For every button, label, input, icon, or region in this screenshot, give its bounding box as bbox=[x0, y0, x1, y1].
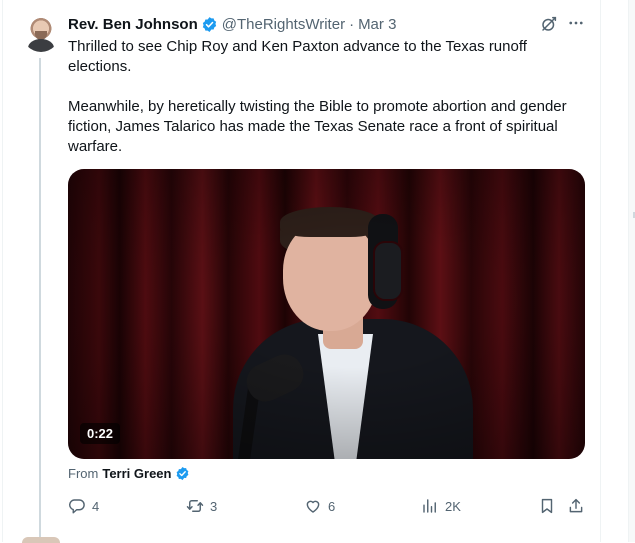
verified-badge-icon bbox=[177, 466, 189, 481]
bookmark-button[interactable] bbox=[538, 497, 556, 515]
views-icon bbox=[423, 499, 436, 513]
header-separator: · bbox=[349, 15, 355, 33]
retweet-count: 3 bbox=[210, 498, 218, 514]
like-count: 6 bbox=[328, 498, 336, 514]
attribution-prefix: From bbox=[68, 466, 99, 481]
video-player[interactable]: 0:22 bbox=[68, 169, 585, 459]
verified-badge-icon[interactable] bbox=[201, 16, 218, 33]
tweet-timestamp[interactable]: Mar 3 bbox=[358, 16, 396, 33]
like-button[interactable]: 6 bbox=[304, 497, 335, 515]
author-avatar[interactable] bbox=[22, 14, 60, 52]
next-tweet-avatar[interactable] bbox=[22, 537, 60, 543]
attribution-name[interactable]: Terri Green bbox=[102, 466, 171, 481]
tweet-paragraph-1: Thrilled to see Chip Roy and Ken Paxton … bbox=[68, 38, 527, 75]
views-button[interactable]: 2K bbox=[421, 497, 461, 515]
author-handle[interactable]: @TheRightsWriter bbox=[222, 16, 345, 33]
tweet-actions: 4 3 6 2K bbox=[68, 497, 588, 517]
bookmark-icon bbox=[541, 498, 553, 514]
tweet-paragraph-2: Meanwhile, by heretically twisting the B… bbox=[68, 98, 567, 155]
adjacent-panel-edge bbox=[628, 0, 635, 542]
reply-button[interactable]: 4 bbox=[68, 497, 99, 515]
tweet-text: Thrilled to see Chip Roy and Ken Paxton … bbox=[68, 37, 568, 157]
media-attribution: From Terri Green bbox=[68, 466, 194, 481]
thread-line bbox=[39, 58, 41, 542]
video-duration: 0:22 bbox=[80, 423, 121, 444]
like-icon bbox=[306, 500, 320, 513]
more-icon[interactable] bbox=[567, 14, 585, 32]
author-name[interactable]: Rev. Ben Johnson bbox=[68, 16, 198, 33]
grok-icon[interactable] bbox=[540, 15, 558, 33]
reply-count: 4 bbox=[92, 498, 100, 514]
retweet-button[interactable]: 3 bbox=[186, 497, 217, 515]
reply-icon bbox=[69, 499, 85, 514]
views-count: 2K bbox=[445, 498, 461, 514]
retweet-icon bbox=[186, 500, 204, 512]
card-border-left bbox=[2, 0, 3, 542]
share-icon bbox=[569, 498, 583, 513]
share-button[interactable] bbox=[567, 497, 585, 515]
tweet-header: Rev. Ben Johnson @TheRightsWriter · Mar … bbox=[68, 13, 396, 35]
card-border-right bbox=[600, 0, 601, 542]
